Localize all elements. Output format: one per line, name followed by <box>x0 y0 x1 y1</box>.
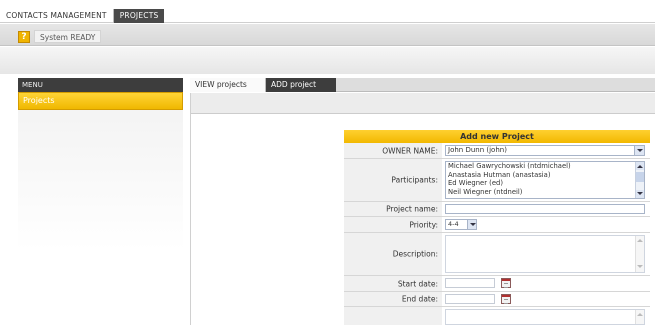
owner-select[interactable]: John Dunn (john) <box>445 145 645 156</box>
scroll-up-icon[interactable] <box>636 162 644 170</box>
project-name-label: Project name: <box>344 202 442 216</box>
status-text: System READY <box>34 30 102 43</box>
content-divider <box>190 93 191 325</box>
tab-view-projects[interactable]: VIEW projects <box>190 78 266 92</box>
top-navigation: CONTACTS MANAGEMENT PROJECTS <box>0 0 655 23</box>
start-date-row: Start date: <box>344 276 650 292</box>
description-label: Description: <box>344 233 442 275</box>
sidebar <box>18 78 183 325</box>
list-item[interactable]: Michael Gawrychowski (ntdmichael) <box>448 162 644 171</box>
tab-add-project[interactable]: ADD project <box>266 78 336 92</box>
next-row <box>344 307 650 325</box>
start-date-label: Start date: <box>344 276 442 291</box>
priority-row: Priority: 4-4 <box>344 217 650 233</box>
textarea-scrollbar[interactable] <box>635 310 644 324</box>
start-date-input[interactable] <box>445 278 495 288</box>
priority-label: Priority: <box>344 217 442 232</box>
chevron-down-icon <box>467 220 476 229</box>
participants-label: Participants: <box>344 159 442 201</box>
scroll-down-icon[interactable] <box>636 190 644 198</box>
calendar-icon[interactable] <box>501 278 511 288</box>
list-item[interactable]: Anastasia Hutman (anastasia) <box>448 171 644 180</box>
tab-projects[interactable]: PROJECTS <box>113 9 165 23</box>
header-band <box>0 47 655 74</box>
participants-listbox[interactable]: Michael Gawrychowski (ntdmichael) Anasta… <box>445 161 645 199</box>
owner-label: OWNER NAME: <box>344 143 442 158</box>
chevron-down-icon <box>634 146 644 155</box>
menu-header: MENU <box>18 78 183 92</box>
description-row: Description: <box>344 233 650 276</box>
scroll-up-icon[interactable] <box>636 312 644 318</box>
end-date-row: End date: <box>344 292 650 307</box>
description-textarea[interactable] <box>445 235 645 273</box>
list-item[interactable]: Neil Wiegner (ntdneil) <box>448 188 644 197</box>
priority-select[interactable]: 4-4 <box>445 219 477 230</box>
textarea-scrollbar[interactable] <box>635 236 644 272</box>
participants-row: Participants: Michael Gawrychowski (ntdm… <box>344 159 650 202</box>
status-bar: ? System READY <box>0 24 655 46</box>
sub-toolbar <box>190 93 655 114</box>
add-project-form: Add new Project OWNER NAME: John Dunn (j… <box>344 130 650 325</box>
listbox-scrollbar[interactable] <box>635 162 644 198</box>
end-date-input[interactable] <box>445 294 495 304</box>
project-name-input[interactable] <box>445 204 645 214</box>
scroll-up-icon[interactable] <box>636 238 644 244</box>
priority-value: 4-4 <box>448 220 459 228</box>
top-tabs: CONTACTS MANAGEMENT PROJECTS <box>0 9 165 23</box>
owner-row: OWNER NAME: John Dunn (john) <box>344 143 650 159</box>
tab-contacts-management[interactable]: CONTACTS MANAGEMENT <box>0 9 114 23</box>
calendar-icon[interactable] <box>501 294 511 304</box>
sidebar-item-projects[interactable]: Projects <box>18 92 183 110</box>
project-name-row: Project name: <box>344 202 650 217</box>
help-icon[interactable]: ? <box>18 31 30 43</box>
next-textarea[interactable] <box>445 309 645 325</box>
sub-tabs: VIEW projects ADD project <box>190 78 655 92</box>
owner-value: John Dunn (john) <box>448 146 507 154</box>
form-title: Add new Project <box>344 130 650 143</box>
scroll-down-icon[interactable] <box>636 264 644 270</box>
end-date-label: End date: <box>344 292 442 306</box>
list-item[interactable]: Ed Wiegner (ed) <box>448 179 644 188</box>
scroll-thumb[interactable] <box>636 172 644 182</box>
next-label <box>344 307 442 325</box>
